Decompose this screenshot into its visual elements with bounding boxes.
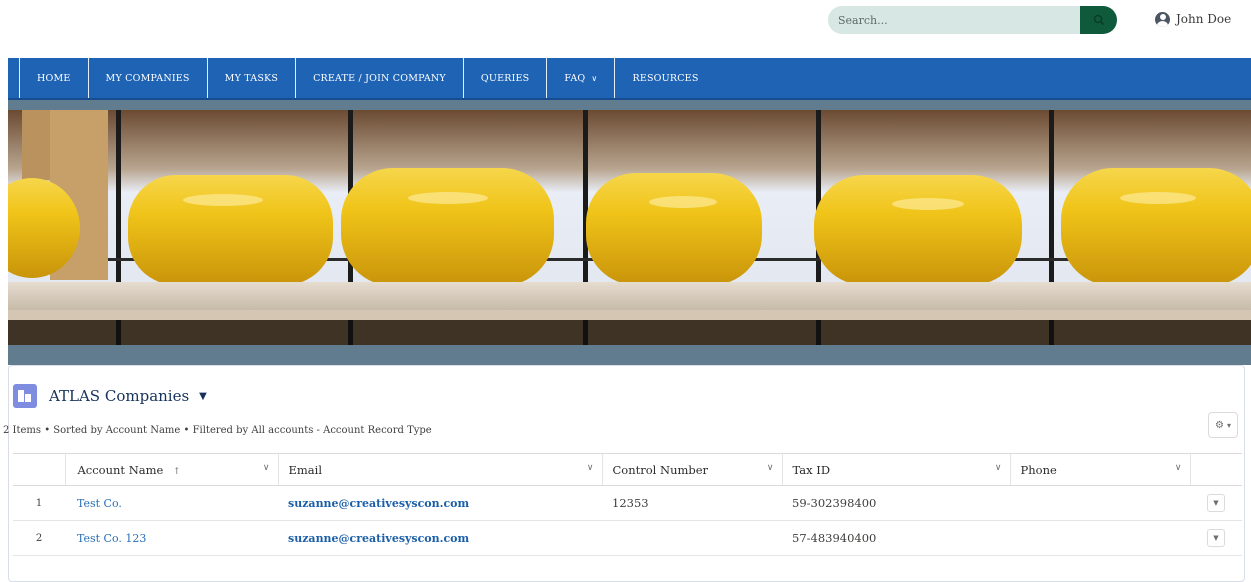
phone-cell — [1010, 485, 1190, 521]
nav-create-join-company-label: CREATE / JOIN COMPANY — [313, 72, 446, 84]
search-box — [828, 6, 1117, 34]
list-view-icon — [13, 384, 37, 408]
column-label: Account Name — [77, 462, 164, 477]
nav-my-companies-label: MY COMPANIES — [105, 72, 190, 84]
account-name-link[interactable]: Test Co. — [77, 497, 122, 510]
email-link[interactable]: suzanne@creativesyscon.com — [288, 497, 469, 510]
column-header-email[interactable]: Email ∨ — [277, 453, 602, 486]
row-number: 2 — [13, 520, 65, 556]
chevron-down-icon[interactable]: ∨ — [767, 463, 774, 473]
column-header-account-name[interactable]: Account Name ↑ ∨ — [64, 453, 278, 486]
list-header: ATLAS Companies ▼ — [13, 384, 207, 408]
nav-faq-label: FAQ — [564, 72, 586, 84]
row-actions-header — [1189, 453, 1242, 486]
account-name-cell: Test Co. — [65, 485, 278, 521]
nav-queries-label: QUERIES — [480, 72, 530, 84]
main-nav: HOME MY COMPANIES MY TASKS CREATE / JOIN… — [8, 58, 1251, 100]
table-header-row: Account Name ↑ ∨ Email ∨ Control Number … — [13, 453, 1242, 486]
list-view-card: ATLAS Companies ▼ 2 Items • Sorted by Ac… — [3, 365, 1245, 582]
nav-my-companies[interactable]: MY COMPANIES — [87, 58, 207, 98]
email-cell: suzanne@creativesyscon.com — [278, 485, 602, 521]
control-number-cell: 12353 — [602, 485, 782, 521]
sort-ascending-icon: ↑ — [173, 466, 181, 477]
row-actions-dropdown[interactable]: ▼ — [1207, 529, 1225, 547]
chevron-down-icon[interactable]: ∨ — [1175, 463, 1182, 473]
email-cell: suzanne@creativesyscon.com — [278, 520, 602, 556]
column-label: Email — [288, 462, 323, 477]
nav-faq[interactable]: FAQ ∨ — [546, 58, 614, 98]
table-row: 1 Test Co. suzanne@creativesyscon.com 12… — [13, 485, 1242, 521]
control-number-cell — [602, 520, 782, 556]
accounts-table: Account Name ↑ ∨ Email ∨ Control Number … — [13, 453, 1242, 556]
column-header-tax-id[interactable]: Tax ID ∨ — [781, 453, 1010, 486]
list-settings-button[interactable]: ⚙ ▾ — [1208, 412, 1238, 438]
phone-cell — [1010, 520, 1190, 556]
column-label: Phone — [1020, 462, 1057, 477]
row-actions-cell: ▼ — [1190, 485, 1242, 521]
column-header-phone[interactable]: Phone ∨ — [1009, 453, 1190, 486]
search-icon — [1093, 14, 1104, 26]
list-view-selector[interactable]: ATLAS Companies ▼ — [49, 387, 207, 405]
row-actions-dropdown[interactable]: ▼ — [1207, 494, 1225, 512]
nav-my-tasks-label: MY TASKS — [224, 72, 279, 84]
list-title: ATLAS Companies — [49, 387, 190, 405]
account-name-cell: Test Co. 123 — [65, 520, 278, 556]
row-number-header — [13, 453, 65, 486]
column-label: Control Number — [612, 462, 709, 477]
nav-resources-label: RESOURCES — [632, 72, 699, 84]
top-bar: John Doe — [0, 0, 1251, 58]
user-name: John Doe — [1176, 12, 1232, 26]
nav-home[interactable]: HOME — [19, 58, 88, 98]
nav-home-label: HOME — [37, 72, 71, 84]
chevron-down-icon[interactable]: ∨ — [995, 463, 1002, 473]
caret-down-icon: ▼ — [199, 390, 207, 402]
row-number: 1 — [13, 485, 65, 521]
column-header-control-number[interactable]: Control Number ∨ — [601, 453, 782, 486]
row-actions-cell: ▼ — [1190, 520, 1242, 556]
search-input[interactable] — [828, 6, 1081, 34]
hero-banner — [8, 100, 1251, 365]
cheese-wheels-on-shelf-photo — [8, 110, 1251, 345]
email-link[interactable]: suzanne@creativesyscon.com — [288, 532, 469, 545]
search-button[interactable] — [1080, 6, 1117, 34]
tax-id-cell: 57-483940400 — [782, 520, 1010, 556]
nav-resources[interactable]: RESOURCES — [614, 58, 715, 98]
chevron-down-icon[interactable]: ∨ — [263, 463, 270, 473]
tax-id-cell: 59-302398400 — [782, 485, 1010, 521]
nav-queries[interactable]: QUERIES — [462, 58, 546, 98]
nav-my-tasks[interactable]: MY TASKS — [206, 58, 295, 98]
chevron-down-icon[interactable]: ∨ — [587, 463, 594, 473]
user-menu[interactable]: John Doe — [1155, 10, 1231, 28]
chevron-down-icon: ∨ — [591, 73, 598, 83]
table-row: 2 Test Co. 123 suzanne@creativesyscon.co… — [13, 520, 1242, 556]
account-name-link[interactable]: Test Co. 123 — [77, 532, 146, 545]
chevron-down-icon: ▾ — [1226, 420, 1231, 430]
user-avatar-icon — [1155, 11, 1170, 27]
column-label: Tax ID — [792, 462, 831, 477]
list-meta: 2 Items • Sorted by Account Name • Filte… — [3, 425, 432, 436]
nav-create-join-company[interactable]: CREATE / JOIN COMPANY — [295, 58, 463, 98]
gear-icon: ⚙ — [1215, 419, 1224, 431]
